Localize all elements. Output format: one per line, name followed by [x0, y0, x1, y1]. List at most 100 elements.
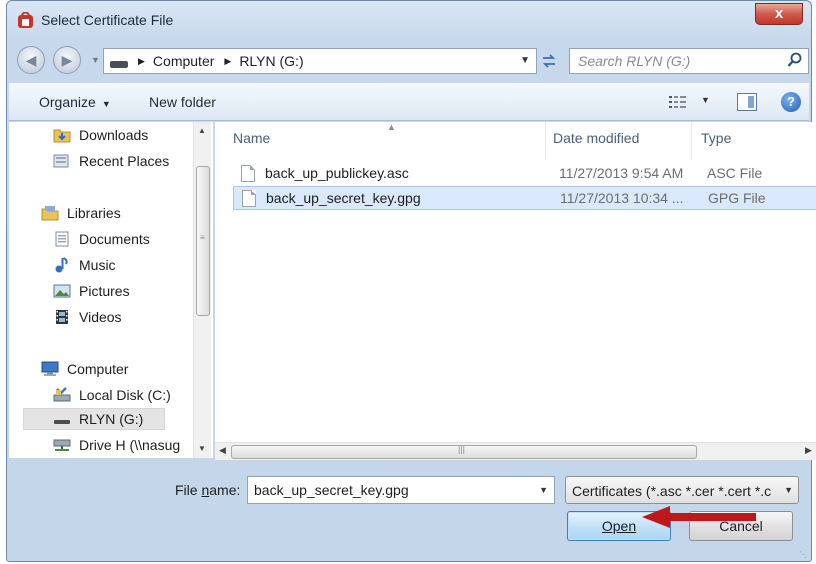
file-name-label-prefix: File — [175, 482, 202, 498]
views-dropdown-icon[interactable]: ▼ — [701, 95, 710, 105]
nav-item-label: Recent Places — [79, 153, 170, 169]
forward-arrow-icon: ▶ — [61, 52, 73, 68]
chevron-right-icon[interactable]: ▶ — [224, 56, 231, 67]
select-certificate-dialog: Select Certificate File x ◀ ▶ ▼ ▶ Comput… — [6, 0, 816, 562]
address-row: ◀ ▶ ▼ ▶ Computer ▶ RLYN (G:) ▼ — [7, 41, 811, 77]
address-bar[interactable]: ▶ Computer ▶ RLYN (G:) ▼ — [103, 48, 537, 74]
file-name-label: File name: — [175, 482, 240, 498]
refresh-icon — [542, 54, 556, 68]
nav-item-label: Local Disk (C:) — [79, 387, 171, 403]
file-name: back_up_publickey.asc — [265, 165, 409, 181]
column-header-date-modified[interactable]: Date modified — [553, 130, 639, 146]
file-type-filter-select[interactable]: Certificates (*.asc *.cer *.cert *.c ▼ — [565, 476, 799, 504]
search-input[interactable] — [570, 49, 770, 73]
nav-item-downloads[interactable]: Downloads — [53, 124, 148, 146]
nav-item-network-drive[interactable]: Drive H (\\nasug — [53, 434, 180, 456]
back-arrow-icon: ◀ — [25, 52, 37, 68]
nav-item-label: Downloads — [79, 127, 149, 143]
file-list-pane: ▲ Name Date modified Type back_up_public… — [215, 122, 816, 458]
forward-button[interactable]: ▶ — [53, 46, 81, 74]
recent-pages-dropdown-icon[interactable]: ▼ — [91, 55, 100, 65]
grip-icon: ||| — [458, 444, 466, 454]
scrollbar-thumb[interactable]: ≡ — [196, 166, 210, 316]
nav-item-label: Pictures — [79, 283, 130, 299]
column-header-name[interactable]: Name — [233, 130, 270, 146]
file-icon — [242, 189, 256, 207]
file-list-horizontal-scrollbar[interactable]: ◀ ||| ▶ — [215, 442, 816, 460]
close-button[interactable]: x — [755, 3, 803, 25]
scroll-right-icon[interactable]: ▶ — [805, 445, 812, 456]
navigation-pane: Downloads Recent Places Libraries Docume… — [9, 122, 213, 458]
file-date-modified: 11/27/2013 9:54 AM — [559, 165, 684, 181]
computer-icon — [41, 361, 59, 376]
file-type-filter-value: Certificates (*.asc *.cer *.cert *.c — [572, 483, 772, 499]
scrollbar-thumb[interactable]: ||| — [231, 444, 697, 459]
libraries-icon — [41, 206, 59, 221]
file-type: GPG File — [708, 190, 766, 206]
videos-icon — [56, 310, 68, 324]
nav-item-rlyn-drive[interactable]: RLYN (G:) — [23, 408, 165, 430]
file-name-label-suffix: ame: — [209, 482, 241, 498]
sort-ascending-icon: ▲ — [387, 122, 396, 132]
nav-item-label: Videos — [79, 309, 122, 325]
address-dropdown-icon[interactable]: ▼ — [520, 55, 530, 66]
search-box[interactable] — [569, 48, 809, 74]
nav-item-documents[interactable]: Documents — [53, 228, 150, 250]
nav-item-label: Drive H (\\nasug — [79, 437, 181, 453]
recent-places-icon — [53, 154, 69, 168]
open-button-label: Open — [601, 518, 637, 534]
organize-label: Organize — [39, 94, 96, 110]
scroll-up-icon[interactable]: ▲ — [198, 126, 206, 135]
chevron-right-icon[interactable]: ▶ — [138, 56, 145, 67]
nav-item-pictures[interactable]: Pictures — [53, 280, 130, 302]
resize-grip-icon[interactable]: ⋱ — [799, 550, 807, 559]
column-divider[interactable] — [691, 122, 692, 160]
nav-item-label: Computer — [67, 361, 129, 377]
file-name-input[interactable] — [248, 477, 528, 503]
breadcrumb-drive[interactable]: RLYN (G:) — [239, 53, 303, 69]
new-folder-button[interactable]: New folder — [149, 94, 216, 110]
breadcrumb-computer[interactable]: Computer — [153, 53, 214, 69]
chevron-down-icon[interactable]: ▼ — [539, 485, 548, 495]
chevron-down-icon: ▼ — [101, 99, 111, 109]
title-bar[interactable]: Select Certificate File x — [7, 1, 811, 39]
nav-item-computer[interactable]: Computer — [41, 358, 128, 380]
help-icon[interactable]: ? — [781, 92, 801, 112]
refresh-button[interactable] — [535, 48, 563, 74]
nav-item-videos[interactable]: Videos — [53, 306, 122, 328]
nav-item-recent-places[interactable]: Recent Places — [53, 150, 169, 172]
usb-drive-icon — [54, 420, 70, 424]
nav-item-label: Libraries — [67, 205, 121, 221]
chevron-down-icon: ▼ — [784, 485, 793, 495]
nav-item-music[interactable]: Music — [53, 254, 116, 276]
views-icon[interactable] — [669, 95, 687, 109]
navigation-pane-scrollbar[interactable]: ▲ ≡ ▼ — [193, 122, 211, 458]
file-type: ASC File — [707, 165, 763, 181]
file-icon — [241, 164, 255, 182]
file-row-selected[interactable]: back_up_secret_key.gpg 11/27/2013 10:34 … — [233, 186, 816, 210]
nav-item-label: RLYN (G:) — [79, 411, 144, 427]
organize-button[interactable]: Organize ▼ — [39, 94, 111, 110]
file-name: back_up_secret_key.gpg — [266, 190, 421, 206]
scroll-down-icon[interactable]: ▼ — [198, 444, 206, 453]
nav-item-local-disk[interactable]: Local Disk (C:) — [53, 384, 171, 406]
downloads-folder-icon — [53, 129, 71, 143]
documents-icon — [55, 231, 69, 247]
pictures-icon — [53, 284, 71, 298]
network-drive-icon — [53, 439, 71, 451]
nav-item-label: Documents — [79, 231, 150, 247]
nav-item-libraries[interactable]: Libraries — [41, 202, 121, 224]
command-bar: Organize ▼ New folder ▼ ? — [9, 83, 809, 121]
column-header-type[interactable]: Type — [701, 130, 731, 146]
preview-pane-icon[interactable] — [737, 93, 757, 111]
annotation-arrow-icon — [642, 506, 756, 528]
file-date-modified: 11/27/2013 10:34 ... — [560, 190, 684, 206]
search-icon[interactable] — [787, 52, 803, 68]
local-disk-icon — [53, 387, 71, 402]
file-name-combo[interactable]: ▼ — [247, 476, 555, 504]
back-button[interactable]: ◀ — [17, 46, 45, 74]
column-divider[interactable] — [545, 122, 546, 160]
scroll-left-icon[interactable]: ◀ — [219, 445, 226, 456]
nav-item-label: Music — [79, 257, 116, 273]
file-row[interactable]: back_up_publickey.asc 11/27/2013 9:54 AM… — [233, 161, 816, 185]
